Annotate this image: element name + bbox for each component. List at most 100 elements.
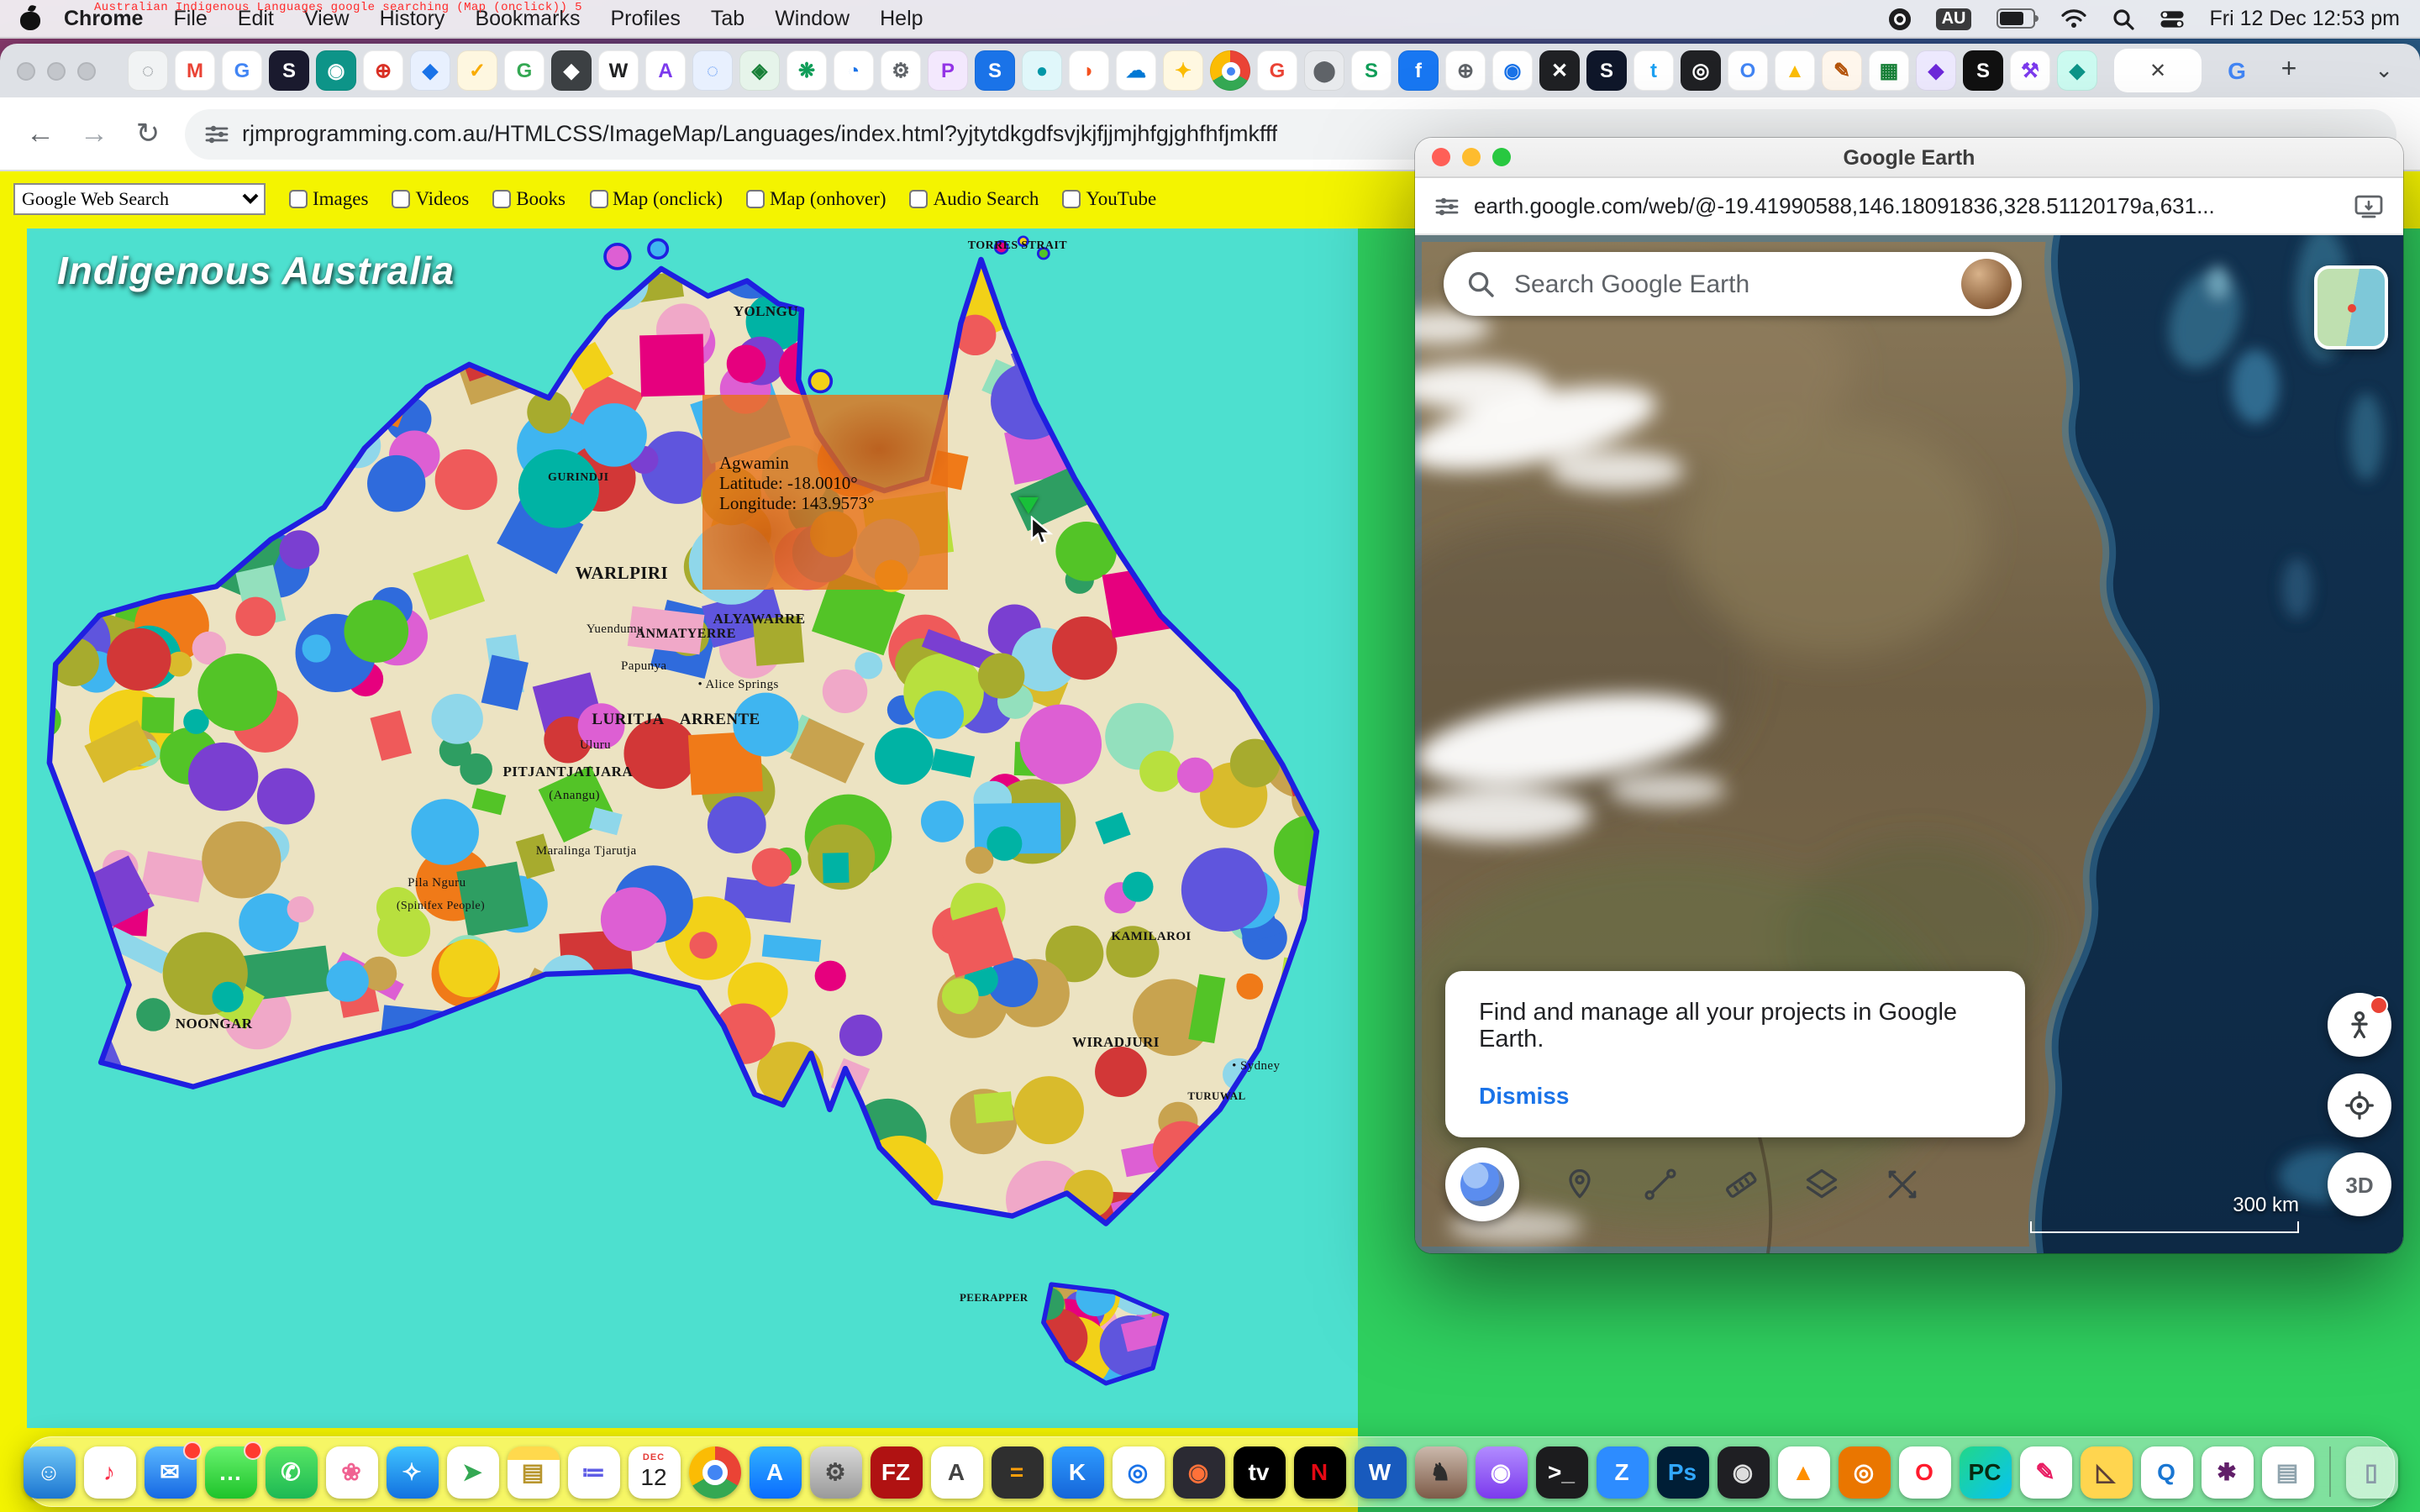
dock-app-photoshop[interactable]: Ps [1656, 1446, 1708, 1498]
ge-satellite-view[interactable]: Find and manage all your projects in Goo… [1415, 235, 2403, 1253]
dock-app-music[interactable]: ♪ [83, 1446, 135, 1498]
dock-app-trash[interactable]: ▯ [2345, 1446, 2397, 1498]
dock-app-obs[interactable]: ◉ [1717, 1446, 1769, 1498]
dock-app-preview[interactable]: ◎ [1112, 1446, 1164, 1498]
pinned-tab-dashed-blue[interactable]: ◌ [692, 50, 733, 91]
menubar-item-window[interactable]: Window [775, 7, 850, 30]
pinned-tab-g-red[interactable]: G [1257, 50, 1297, 91]
checkbox-input[interactable] [289, 190, 308, 208]
ge-send-to-device-icon[interactable] [2354, 194, 2383, 218]
dock-app-pycharm[interactable]: PC [1959, 1446, 2011, 1498]
dock-app-zoom[interactable]: Z [1596, 1446, 1648, 1498]
pinned-tab-s-navy[interactable]: S [1586, 50, 1627, 91]
checkbox-input[interactable] [1062, 190, 1081, 208]
dock-app-settings[interactable]: ⚙ [809, 1446, 861, 1498]
pinned-tab-o-blue[interactable]: O [1728, 50, 1768, 91]
dock-app-apple-tv[interactable]: tv [1233, 1446, 1285, 1498]
dock-app-photos[interactable]: ❀ [325, 1446, 377, 1498]
checkbox-input[interactable] [910, 190, 929, 208]
pinned-tab-a-purple[interactable]: A [645, 50, 686, 91]
control-center-icon[interactable] [2160, 9, 2185, 28]
dock-app-netflix[interactable]: N [1293, 1446, 1345, 1498]
spotlight-search-icon[interactable] [2112, 8, 2134, 29]
pinned-tab-s-black[interactable]: S [1963, 50, 2003, 91]
pinned-tab-google[interactable]: G [222, 50, 262, 91]
pinned-tab-shield-blue[interactable]: ◆ [410, 50, 450, 91]
search-mode-select[interactable]: Google Web Search [13, 183, 266, 215]
wifi-icon[interactable] [2060, 8, 2087, 29]
tiwi-islands[interactable] [605, 244, 630, 269]
pinned-tab-tools[interactable]: ⚒ [2010, 50, 2050, 91]
tab-close-icon[interactable]: ✕ [2149, 59, 2166, 82]
checkbox-videos[interactable]: Videos [392, 189, 469, 209]
ge-overview-minimap[interactable] [2314, 265, 2388, 349]
pinned-tab-s-dark[interactable]: S [269, 50, 309, 91]
dock-app-keynote[interactable]: K [1051, 1446, 1103, 1498]
checkbox-map-onhover-[interactable]: Map (onhover) [746, 189, 886, 209]
australia-image-map[interactable]: TORRES STRAITYOLNGUGURINDJIWARLPIRIYuend… [27, 228, 1358, 1428]
pinned-tab-wikipedia[interactable]: W [598, 50, 639, 91]
menubar-item-bookmarks[interactable]: Bookmarks [475, 7, 580, 30]
menubar-item-tab[interactable]: Tab [711, 7, 744, 30]
checkbox-input[interactable] [392, 190, 410, 208]
pinned-tab-teal-dot[interactable]: ◉ [316, 50, 356, 91]
battery-icon[interactable] [1996, 8, 2035, 29]
dock-app-docs[interactable]: ▤ [2261, 1446, 2313, 1498]
menubar-item-help[interactable]: Help [880, 7, 923, 30]
pegman-button[interactable] [2328, 993, 2391, 1057]
pinned-tab-s-blue[interactable]: S [975, 50, 1015, 91]
pinned-tab-circle-blue[interactable]: ◉ [1492, 50, 1533, 91]
checkbox-input[interactable] [492, 190, 511, 208]
ge-site-settings-icon[interactable] [1435, 194, 1459, 218]
tiwi-islands[interactable] [649, 239, 667, 258]
dock-app-chrome[interactable] [688, 1446, 740, 1498]
checkbox-books[interactable]: Books [492, 189, 566, 209]
dock-app-mail[interactable]: ✉ [144, 1446, 196, 1498]
pinned-tab-dashed[interactable]: ◌ [128, 50, 168, 91]
reload-button[interactable]: ↻ [131, 117, 165, 150]
dock-app-pen-tool[interactable]: ✎ [2019, 1446, 2071, 1498]
dock-app-podcasts[interactable]: ◉ [1475, 1446, 1527, 1498]
menubar-item-edit[interactable]: Edit [238, 7, 274, 30]
pinned-tab-t-blue[interactable]: t [1634, 50, 1674, 91]
dock-app-quicktime[interactable]: Q [2140, 1446, 2192, 1498]
add-placemark-button[interactable] [1560, 1164, 1600, 1205]
checkbox-input[interactable] [746, 190, 765, 208]
forward-button[interactable]: → [77, 117, 111, 150]
dock-app-ruler[interactable]: ◺ [2080, 1446, 2132, 1498]
ge-search-input[interactable] [1511, 268, 1944, 300]
dock-app-vlc[interactable]: ▲ [1777, 1446, 1829, 1498]
pinned-tab-target-gray[interactable]: ⊕ [1445, 50, 1486, 91]
apple-menu-icon[interactable] [20, 7, 40, 30]
draw-path-button[interactable] [1640, 1164, 1681, 1205]
window-minimize-button[interactable] [47, 61, 66, 80]
projects-tools-button[interactable] [1882, 1164, 1923, 1205]
menubar-clock[interactable]: Fri 12 Dec 12:53 pm [2210, 7, 2401, 30]
pinned-tab-gmail[interactable]: M [175, 50, 215, 91]
pinned-tab-dot-teal[interactable]: ● [1022, 50, 1062, 91]
pinned-tab-shield-teal[interactable]: ◆ [2057, 50, 2097, 91]
checkbox-map-onclick-[interactable]: Map (onclick) [589, 189, 723, 209]
window-zoom-button[interactable] [77, 61, 96, 80]
dock-app-filezilla[interactable]: FZ [870, 1446, 922, 1498]
dock-app-slack[interactable]: ✱ [2201, 1446, 2253, 1498]
pinned-tab-check[interactable]: ✓ [457, 50, 497, 91]
pinned-tab-shield-violet[interactable]: ◆ [1916, 50, 1956, 91]
menubar-item-file[interactable]: File [173, 7, 207, 30]
layers-button[interactable] [1802, 1164, 1842, 1205]
dock-app-appstore[interactable]: A [749, 1446, 801, 1498]
torres-strait-island[interactable] [1018, 237, 1028, 246]
dock-app-finder[interactable]: ☺ [23, 1446, 75, 1498]
checkbox-audio-search[interactable]: Audio Search [910, 189, 1039, 209]
ge-search-bar[interactable] [1444, 252, 2022, 316]
pinned-tab-x-dark[interactable]: ✕ [1539, 50, 1580, 91]
dock-app-calendar[interactable]: DEC12 [628, 1446, 680, 1498]
dock-app-notes[interactable]: ▤ [507, 1446, 559, 1498]
dismiss-button[interactable]: Dismiss [1479, 1082, 1569, 1109]
dock-app-messages[interactable]: … [204, 1446, 256, 1498]
torres-strait-island[interactable] [1038, 248, 1049, 259]
my-location-button[interactable] [2328, 1074, 2391, 1137]
pinned-tab-grid-green[interactable]: ▦ [1869, 50, 1909, 91]
pinned-tab-s-green[interactable]: S [1351, 50, 1392, 91]
pinned-tab-chrome[interactable] [1210, 50, 1250, 91]
